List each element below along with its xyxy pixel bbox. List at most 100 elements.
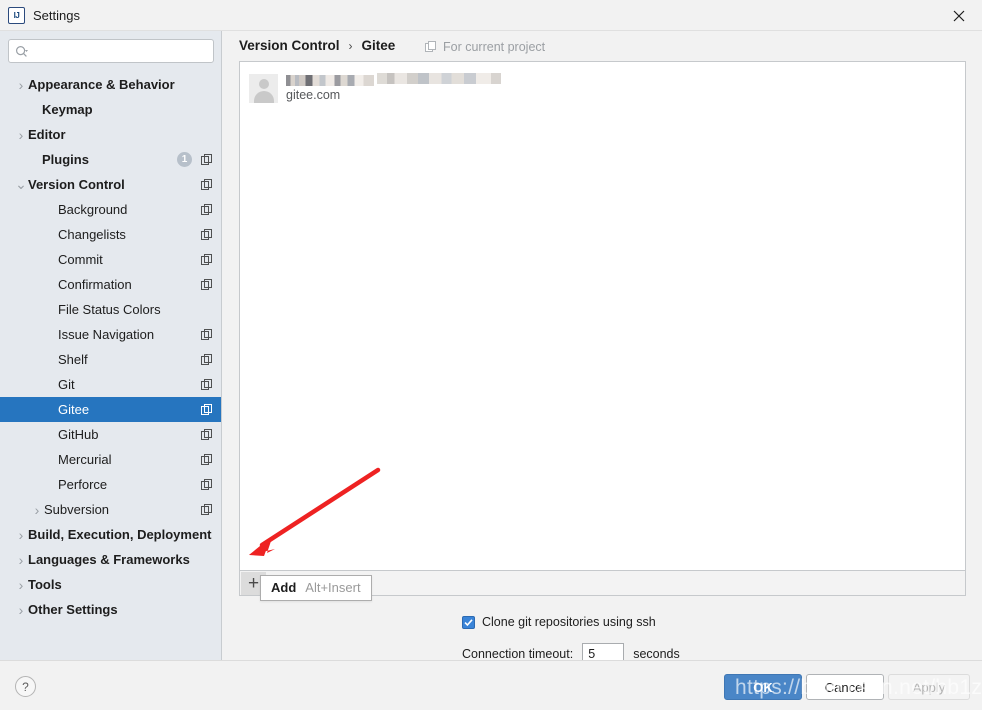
sidebar-item-git[interactable]: Git: [0, 372, 221, 397]
sidebar-item-shelf[interactable]: Shelf: [0, 347, 221, 372]
cancel-button[interactable]: Cancel: [806, 674, 884, 700]
sidebar-item-label: GitHub: [58, 427, 99, 442]
sidebar-item-other-settings[interactable]: › Other Settings: [0, 597, 221, 622]
clone-ssh-label: Clone git repositories using ssh: [482, 615, 656, 629]
project-scope-note: For current project: [425, 40, 545, 54]
chevron-down-icon[interactable]: ⌄: [14, 176, 28, 193]
tooltip-shortcut: Alt+Insert: [305, 580, 361, 595]
account-text: gitee.com: [286, 74, 374, 102]
sidebar-item-label: Commit: [58, 252, 103, 267]
sidebar-item-build-execution-deployment[interactable]: › Build, Execution, Deployment: [0, 522, 221, 547]
close-icon: [953, 10, 965, 21]
settings-tree: › Appearance & Behavior Keymap › Editor Plugi…: [0, 72, 221, 660]
sidebar-item-gitee[interactable]: Gitee: [0, 397, 221, 422]
sidebar-item-github[interactable]: GitHub: [0, 422, 221, 447]
sidebar-item-label: Appearance & Behavior: [28, 77, 175, 92]
breadcrumb-separator-icon: ›: [348, 38, 353, 53]
sidebar-item-label: Confirmation: [58, 277, 132, 292]
sidebar-item-plugins[interactable]: Plugins 1: [0, 147, 221, 172]
breadcrumb: Version Control › Gitee: [239, 38, 395, 53]
sidebar-item-confirmation[interactable]: Confirmation: [0, 272, 221, 297]
search-icon: [15, 45, 28, 57]
project-scope-icon: [201, 228, 212, 240]
sidebar-item-label: Shelf: [58, 352, 88, 367]
account-detail-redacted: [377, 73, 501, 84]
sidebar-item-label: File Status Colors: [58, 302, 161, 317]
settings-sidebar: › Appearance & Behavior Keymap › Editor Plugi…: [0, 31, 222, 660]
window-title: Settings: [33, 8, 80, 23]
project-scope-icon: [201, 328, 212, 340]
sidebar-item-languages-frameworks[interactable]: › Languages & Frameworks: [0, 547, 221, 572]
sidebar-item-label: Plugins: [42, 152, 89, 167]
plus-icon: +: [247, 572, 260, 594]
close-button[interactable]: [936, 0, 982, 31]
account-domain: gitee.com: [286, 87, 341, 102]
project-scope-icon: [425, 41, 436, 52]
ok-button[interactable]: OK: [724, 674, 802, 700]
sidebar-item-label: Background: [58, 202, 128, 217]
sidebar-item-perforce[interactable]: Perforce: [0, 472, 221, 497]
update-count-badge: 1: [177, 152, 192, 167]
sidebar-item-changelists[interactable]: Changelists: [0, 222, 221, 247]
sidebar-item-issue-navigation[interactable]: Issue Navigation: [0, 322, 221, 347]
sidebar-item-background[interactable]: Background: [0, 197, 221, 222]
project-scope-icon: [201, 178, 212, 190]
sidebar-item-version-control[interactable]: ⌄ Version Control: [0, 172, 221, 197]
sidebar-item-label: Tools: [28, 577, 62, 592]
default-user-avatar-icon: [249, 73, 278, 103]
connection-timeout-label: Connection timeout:: [462, 647, 574, 661]
sidebar-item-file-status-colors[interactable]: File Status Colors: [0, 297, 221, 322]
project-scope-icon: [201, 203, 212, 215]
project-scope-icon: [201, 278, 212, 290]
sidebar-item-label: Other Settings: [28, 602, 118, 617]
clone-ssh-row[interactable]: Clone git repositories using ssh: [462, 615, 656, 629]
sidebar-item-commit[interactable]: Commit: [0, 247, 221, 272]
add-button-tooltip: Add Alt+Insert: [260, 575, 372, 601]
sidebar-item-label: Editor: [28, 127, 66, 142]
sidebar-item-subversion[interactable]: › Subversion: [0, 497, 221, 522]
chevron-right-icon[interactable]: ›: [14, 552, 28, 568]
chevron-right-icon[interactable]: ›: [14, 127, 28, 143]
project-scope-icon: [201, 378, 212, 390]
sidebar-item-label: Git: [58, 377, 75, 392]
title-bar: IJ Settings: [0, 0, 982, 31]
sidebar-item-label: Perforce: [58, 477, 108, 492]
sidebar-item-mercurial[interactable]: Mercurial: [0, 447, 221, 472]
clone-ssh-checkbox[interactable]: [462, 615, 475, 629]
chevron-right-icon[interactable]: ›: [14, 577, 28, 593]
project-scope-icon: [201, 353, 212, 365]
sidebar-item-keymap[interactable]: Keymap: [0, 97, 221, 122]
project-scope-icon: [201, 453, 212, 465]
search-input[interactable]: [35, 40, 207, 62]
sidebar-item-label: Gitee: [58, 402, 90, 417]
chevron-right-icon[interactable]: ›: [30, 502, 44, 518]
sidebar-item-label: Subversion: [44, 502, 110, 517]
help-button[interactable]: ?: [15, 676, 36, 697]
project-scope-icon: [201, 428, 212, 440]
project-scope-icon: [201, 403, 212, 415]
intellij-idea-icon: IJ: [8, 7, 25, 24]
settings-dialog: IJ Settings › Appearance & Behavior Keymap…: [0, 0, 982, 710]
project-scope-label: For current project: [443, 40, 546, 54]
sidebar-item-label: Version Control: [28, 177, 125, 192]
sidebar-item-appearance-behavior[interactable]: › Appearance & Behavior: [0, 72, 221, 97]
search-field-wrapper: [8, 39, 214, 63]
search-box[interactable]: [8, 39, 214, 63]
project-scope-icon: [201, 153, 212, 165]
sidebar-item-tools[interactable]: › Tools: [0, 572, 221, 597]
chevron-right-icon[interactable]: ›: [14, 602, 28, 618]
project-scope-icon: [201, 503, 212, 515]
apply-button: Apply: [888, 674, 970, 700]
account-list-item[interactable]: gitee.com: [249, 70, 501, 106]
breadcrumb-parent[interactable]: Version Control: [239, 38, 340, 53]
account-username-redacted: [286, 74, 374, 86]
sidebar-item-label: Languages & Frameworks: [28, 552, 190, 567]
sidebar-item-editor[interactable]: › Editor: [0, 122, 221, 147]
sidebar-item-label: Changelists: [58, 227, 126, 242]
tooltip-label: Add: [271, 580, 297, 595]
chevron-right-icon[interactable]: ›: [14, 77, 28, 93]
accounts-list[interactable]: gitee.com: [239, 61, 966, 571]
project-scope-icon: [201, 253, 212, 265]
chevron-right-icon[interactable]: ›: [14, 527, 28, 543]
settings-main-panel: Version Control › Gitee For current proj…: [223, 31, 982, 665]
